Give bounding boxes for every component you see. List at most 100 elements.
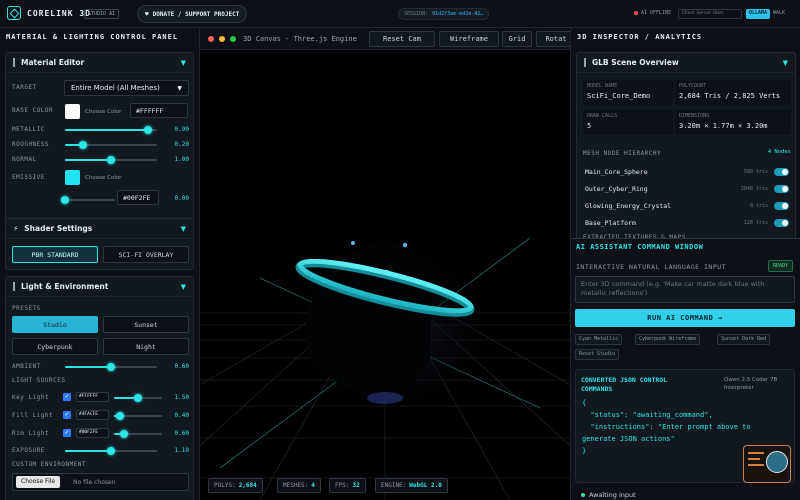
presets-label: PRESETS xyxy=(12,305,41,312)
rim-light-checkbox[interactable]: ✓ xyxy=(63,429,71,437)
ai-status-label: AI OFFLINE xyxy=(641,10,672,16)
slider-knob[interactable] xyxy=(143,126,152,134)
collapse-triangle-icon[interactable]: ▼ xyxy=(181,59,186,67)
mesh-node-tris: 2048 tris xyxy=(740,186,768,192)
three-canvas[interactable]: 3D Canvas - Three.js Engine Reset Cam Wi… xyxy=(200,28,570,500)
visibility-toggle[interactable] xyxy=(774,168,789,176)
rim-light-hex-input[interactable]: #00F2FE xyxy=(76,428,109,438)
stat-meshes: MESHES: 4 xyxy=(277,478,321,493)
scifi-overlay-button[interactable]: SCI-FI OVERLAY xyxy=(103,246,189,263)
base-color-swatch[interactable] xyxy=(65,104,80,119)
stat-value: 2,684 xyxy=(238,482,257,489)
material-editor-header[interactable]: Material Editor ▼ xyxy=(6,53,193,73)
ollama-button[interactable]: OLLAMA xyxy=(746,9,771,19)
roughness-slider[interactable] xyxy=(65,141,157,149)
preset-sunset-button[interactable]: Sunset xyxy=(103,316,189,333)
stat-key: ENGINE: xyxy=(381,482,407,489)
inspector-title: 3D INSPECTOR / ANALYTICS xyxy=(577,33,703,41)
mesh-node-row[interactable]: Outer_Cyber_Ring 2048 tris xyxy=(585,182,789,196)
metallic-slider[interactable] xyxy=(65,126,157,134)
preset-studio-button[interactable]: Studio xyxy=(12,316,98,333)
metallic-value: 0.90 xyxy=(174,126,189,133)
collapse-triangle-icon[interactable]: ▼ xyxy=(181,225,186,233)
preset-night-button[interactable]: Night xyxy=(103,338,189,355)
choose-file-button[interactable]: Choose File xyxy=(16,476,61,488)
key-light-hex-input[interactable]: #FFFFFF xyxy=(76,392,109,402)
chip-sunset-dark-red[interactable]: Sunset Dark Red xyxy=(717,334,771,345)
base-color-hex-input[interactable]: #FFFFFF xyxy=(130,103,188,118)
normal-label: NORMAL xyxy=(12,156,37,163)
slider-knob[interactable] xyxy=(134,394,142,402)
mesh-node-name: Base_Platform xyxy=(585,219,636,227)
chip-reset-studio[interactable]: Reset Studio xyxy=(575,349,620,360)
key-light-slider[interactable] xyxy=(114,394,162,402)
chip-cyan-metallic[interactable]: Cyan Metallic xyxy=(575,334,623,345)
ai-command-input[interactable]: Enter 3D command (e.g. 'Make car matte d… xyxy=(575,276,795,303)
walk-button[interactable]: WALK xyxy=(773,10,785,16)
target-select-value: Entire Model (All Meshes) xyxy=(71,84,160,92)
lightning-icon: ⚡ xyxy=(13,224,19,233)
collapse-triangle-icon[interactable]: ▼ xyxy=(181,283,186,291)
scene-overview-header[interactable]: GLB Scene Overview ▼ xyxy=(577,53,795,73)
stat-value: WebGL 2.0 xyxy=(409,482,442,489)
mesh-node-row[interactable]: Base_Platform 128 tris xyxy=(585,216,789,230)
ambient-slider[interactable] xyxy=(65,363,157,371)
model-label: Qwen 2.5 Coder 7B Interpreter xyxy=(724,377,778,391)
emissive-slider[interactable] xyxy=(61,196,115,204)
exposure-value: 1.10 xyxy=(174,447,189,454)
mesh-node-tris: 580 tris xyxy=(743,169,768,175)
shader-settings-header[interactable]: ⚡ Shader Settings ▼ xyxy=(6,219,193,239)
light-sources-label: LIGHT SOURCES xyxy=(12,377,66,384)
fill-light-hex-input[interactable]: #4FACFE xyxy=(76,410,109,420)
exposure-slider[interactable] xyxy=(65,447,157,455)
chevron-down-icon: ▼ xyxy=(177,84,182,92)
slider-knob[interactable] xyxy=(107,447,115,455)
key-light-checkbox[interactable]: ✓ xyxy=(63,393,71,401)
mesh-node-name: Main_Core_Sphere xyxy=(585,168,648,176)
mesh-node-name: Glowing_Energy_Crystal xyxy=(585,202,672,210)
donate-button[interactable]: ♥ DONATE / SUPPORT PROJECT xyxy=(137,5,248,23)
preset-cyberpunk-button[interactable]: Cyberpunk xyxy=(12,338,98,355)
visibility-toggle[interactable] xyxy=(774,202,789,210)
pbr-standard-button[interactable]: PBR STANDARD xyxy=(12,246,98,263)
ready-badge: READY xyxy=(768,260,794,272)
chip-cyberpunk-wireframe[interactable]: Cyberpunk Wireframe xyxy=(635,334,701,345)
target-select[interactable]: Entire Model (All Meshes) ▼ xyxy=(64,80,189,96)
hierarchy-label: MESH NODE HIERARCHY xyxy=(583,150,662,157)
minimize-dot-icon xyxy=(219,36,225,42)
scene-overview-title: GLB Scene Overview xyxy=(592,58,679,67)
close-dot-icon xyxy=(208,36,214,42)
file-picker: Choose File No file chosen xyxy=(12,473,189,491)
rotate-button[interactable]: Rotat xyxy=(536,31,570,47)
grid-button[interactable]: Grid xyxy=(502,31,532,47)
rim-light-slider[interactable] xyxy=(114,430,162,438)
base-choose-color: Choose Color xyxy=(85,109,122,115)
status-dot-icon xyxy=(581,493,585,497)
visibility-toggle[interactable] xyxy=(774,185,789,193)
wireframe-button[interactable]: Wireframe xyxy=(439,31,499,47)
fill-light-checkbox[interactable]: ✓ xyxy=(63,411,71,419)
slider-knob[interactable] xyxy=(107,363,115,371)
collapse-triangle-icon[interactable]: ▼ xyxy=(783,59,788,67)
server-input[interactable]: Client Server Ober xyxy=(678,9,742,19)
terminal-robot-icon[interactable] xyxy=(743,445,791,483)
emissive-color-swatch[interactable] xyxy=(65,170,80,185)
slider-knob[interactable] xyxy=(107,156,115,164)
normal-value: 1.00 xyxy=(174,156,189,163)
emissive-hex-input[interactable]: #00F2FE xyxy=(117,190,159,205)
slider-knob[interactable] xyxy=(119,430,128,438)
fill-light-slider[interactable] xyxy=(114,412,162,420)
light-environment-header[interactable]: Light & Environment ▼ xyxy=(6,277,193,297)
light-environment-title: Light & Environment xyxy=(21,282,109,291)
reset-cam-button[interactable]: Reset Cam xyxy=(369,31,435,47)
slider-knob[interactable] xyxy=(61,196,69,204)
meta-key: POLYCOUNT xyxy=(679,83,707,89)
slider-knob[interactable] xyxy=(79,141,88,149)
slider-knob[interactable] xyxy=(115,412,124,420)
mesh-node-row[interactable]: Glowing_Energy_Crystal 8 tris xyxy=(585,199,789,213)
visibility-toggle[interactable] xyxy=(774,219,789,227)
mesh-node-row[interactable]: Main_Core_Sphere 580 tris xyxy=(585,165,789,179)
shader-settings-card: ⚡ Shader Settings ▼ PBR STANDARD SCI-FI … xyxy=(5,218,194,270)
normal-slider[interactable] xyxy=(65,156,157,164)
run-ai-command-button[interactable]: RUN AI COMMAND → xyxy=(575,309,795,327)
